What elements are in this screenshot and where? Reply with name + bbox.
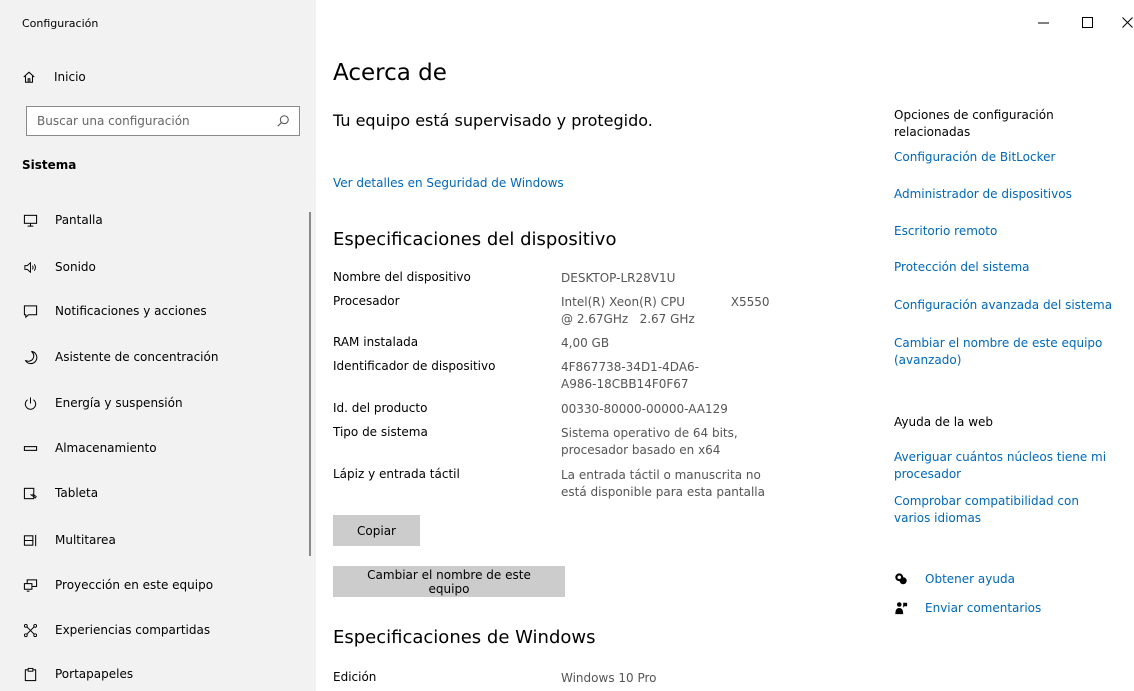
sidebar-item-label: Proyección en este equipo: [55, 578, 214, 592]
sidebar-item-multitarea[interactable]: Multitarea: [22, 530, 302, 550]
spec-label: Edición: [333, 670, 377, 684]
help-chat-icon: [895, 573, 907, 585]
feedback-icon: [895, 602, 908, 615]
sidebar-item-label: Notificaciones y acciones: [55, 304, 207, 318]
remote-desktop-link[interactable]: Escritorio remoto: [894, 223, 1119, 240]
device-specs-heading: Especificaciones del dispositivo: [333, 229, 617, 250]
sidebar-item-label: Energía y suspensión: [55, 396, 183, 410]
home-nav-item[interactable]: Inicio: [22, 68, 86, 86]
spec-label: Id. del producto: [333, 401, 428, 415]
sidebar-item-almacenamiento[interactable]: Almacenamiento: [22, 438, 302, 458]
close-button[interactable]: [1110, 10, 1134, 34]
maximize-icon: [1081, 16, 1093, 28]
monitor-icon: [23, 214, 37, 227]
spec-value: Intel(R) Xeon(R) CPU X5550 @ 2.67GHz 2.6…: [561, 295, 770, 326]
sidebar-item-experiencias[interactable]: Experiencias compartidas: [22, 620, 302, 640]
maximize-button[interactable]: [1070, 10, 1104, 34]
sidebar-item-proyeccion[interactable]: Proyección en este equipo: [22, 575, 302, 595]
get-help-link[interactable]: Obtener ayuda: [925, 572, 1015, 586]
sidebar-item-energia[interactable]: Energía y suspensión: [22, 393, 302, 413]
advanced-system-link[interactable]: Configuración avanzada del sistema: [894, 297, 1119, 314]
spec-label: Nombre del dispositivo: [333, 270, 471, 284]
spec-label: Identificador de dispositivo: [333, 359, 496, 373]
spec-label: Tipo de sistema: [333, 425, 428, 439]
spec-value: 4F867738-34D1-4DA6- A986-18CBB14F0F67: [561, 360, 699, 391]
rename-advanced-link[interactable]: Cambiar el nombre de este equipo (avanza…: [894, 335, 1119, 369]
close-icon: [1121, 16, 1133, 28]
home-label: Inicio: [54, 70, 86, 84]
sidebar-item-label: Portapapeles: [55, 667, 134, 681]
shared-icon: [23, 623, 37, 637]
sidebar-item-tableta[interactable]: Tableta: [22, 483, 302, 503]
search-icon[interactable]: [276, 114, 290, 128]
spec-value: 4,00 GB: [561, 336, 610, 350]
protection-status: Tu equipo está supervisado y protegido.: [333, 111, 653, 130]
home-icon: [23, 71, 35, 83]
sidebar-item-notificaciones[interactable]: Notificaciones y acciones: [22, 301, 302, 321]
sidebar-item-concentracion[interactable]: Asistente de concentración: [22, 347, 302, 367]
sidebar: Configuración Inicio Sistema Pantalla So…: [0, 0, 316, 691]
section-title: Sistema: [22, 158, 77, 172]
sidebar-item-label: Almacenamiento: [55, 441, 157, 455]
bitlocker-link[interactable]: Configuración de BitLocker: [894, 149, 1119, 166]
spec-label: Lápiz y entrada táctil: [333, 467, 460, 481]
send-feedback-link[interactable]: Enviar comentarios: [925, 601, 1041, 615]
minimize-icon: [1037, 22, 1049, 23]
storage-icon: [23, 445, 37, 451]
clipboard-icon: [24, 667, 36, 681]
search-box[interactable]: [26, 106, 300, 136]
language-compat-link[interactable]: Comprobar compatibilidad con varios idio…: [894, 493, 1119, 527]
projection-icon: [23, 578, 37, 592]
related-settings-title: Opciones de configuración relacionadas: [894, 108, 1054, 139]
spec-value: 00330-80000-00000-AA129: [561, 402, 728, 416]
web-help-title: Ayuda de la web: [894, 415, 994, 429]
spec-value: La entrada táctil o manuscrita no está d…: [561, 468, 765, 499]
notification-icon: [23, 304, 37, 318]
sidebar-item-label: Experiencias compartidas: [55, 623, 211, 637]
multitask-icon: [23, 534, 36, 546]
power-icon: [24, 396, 36, 410]
copy-button[interactable]: Copiar: [333, 515, 420, 546]
sidebar-scrollbar[interactable]: [309, 212, 311, 556]
system-protection-link[interactable]: Protección del sistema: [894, 259, 1119, 276]
rename-pc-button[interactable]: Cambiar el nombre de este equipo: [333, 566, 565, 597]
tablet-icon: [23, 487, 37, 499]
sidebar-item-label: Asistente de concentración: [55, 350, 219, 364]
window-title: Configuración: [22, 17, 99, 30]
page-title: Acerca de: [333, 60, 447, 86]
spec-label: RAM instalada: [333, 335, 419, 349]
feedback-row[interactable]: Enviar comentarios: [894, 601, 1041, 615]
minimize-button[interactable]: [1026, 10, 1060, 34]
sidebar-item-pantalla[interactable]: Pantalla: [22, 210, 302, 230]
moon-icon: [24, 350, 37, 364]
main-content: Acerca de Tu equipo está supervisado y p…: [316, 0, 1134, 691]
spec-value: Sistema operativo de 64 bits, procesador…: [561, 426, 738, 457]
search-input[interactable]: [37, 114, 267, 128]
get-help-row[interactable]: Obtener ayuda: [894, 572, 1015, 586]
device-manager-link[interactable]: Administrador de dispositivos: [894, 186, 1119, 203]
sidebar-item-label: Multitarea: [55, 533, 116, 547]
sidebar-item-label: Sonido: [55, 260, 96, 274]
sidebar-item-sonido[interactable]: Sonido: [22, 257, 302, 277]
windows-specs-heading: Especificaciones de Windows: [333, 627, 596, 648]
sidebar-item-label: Tableta: [55, 486, 99, 500]
sidebar-item-portapapeles[interactable]: Portapapeles: [22, 664, 302, 684]
spec-value: DESKTOP-LR28V1U: [561, 271, 676, 285]
sidebar-item-label: Pantalla: [55, 213, 103, 227]
speaker-icon: [23, 261, 36, 273]
cores-help-link[interactable]: Averiguar cuántos núcleos tiene mi proce…: [894, 449, 1119, 483]
spec-label: Procesador: [333, 294, 400, 308]
security-details-link[interactable]: Ver detalles en Seguridad de Windows: [333, 176, 564, 190]
spec-value: Windows 10 Pro: [561, 671, 657, 685]
